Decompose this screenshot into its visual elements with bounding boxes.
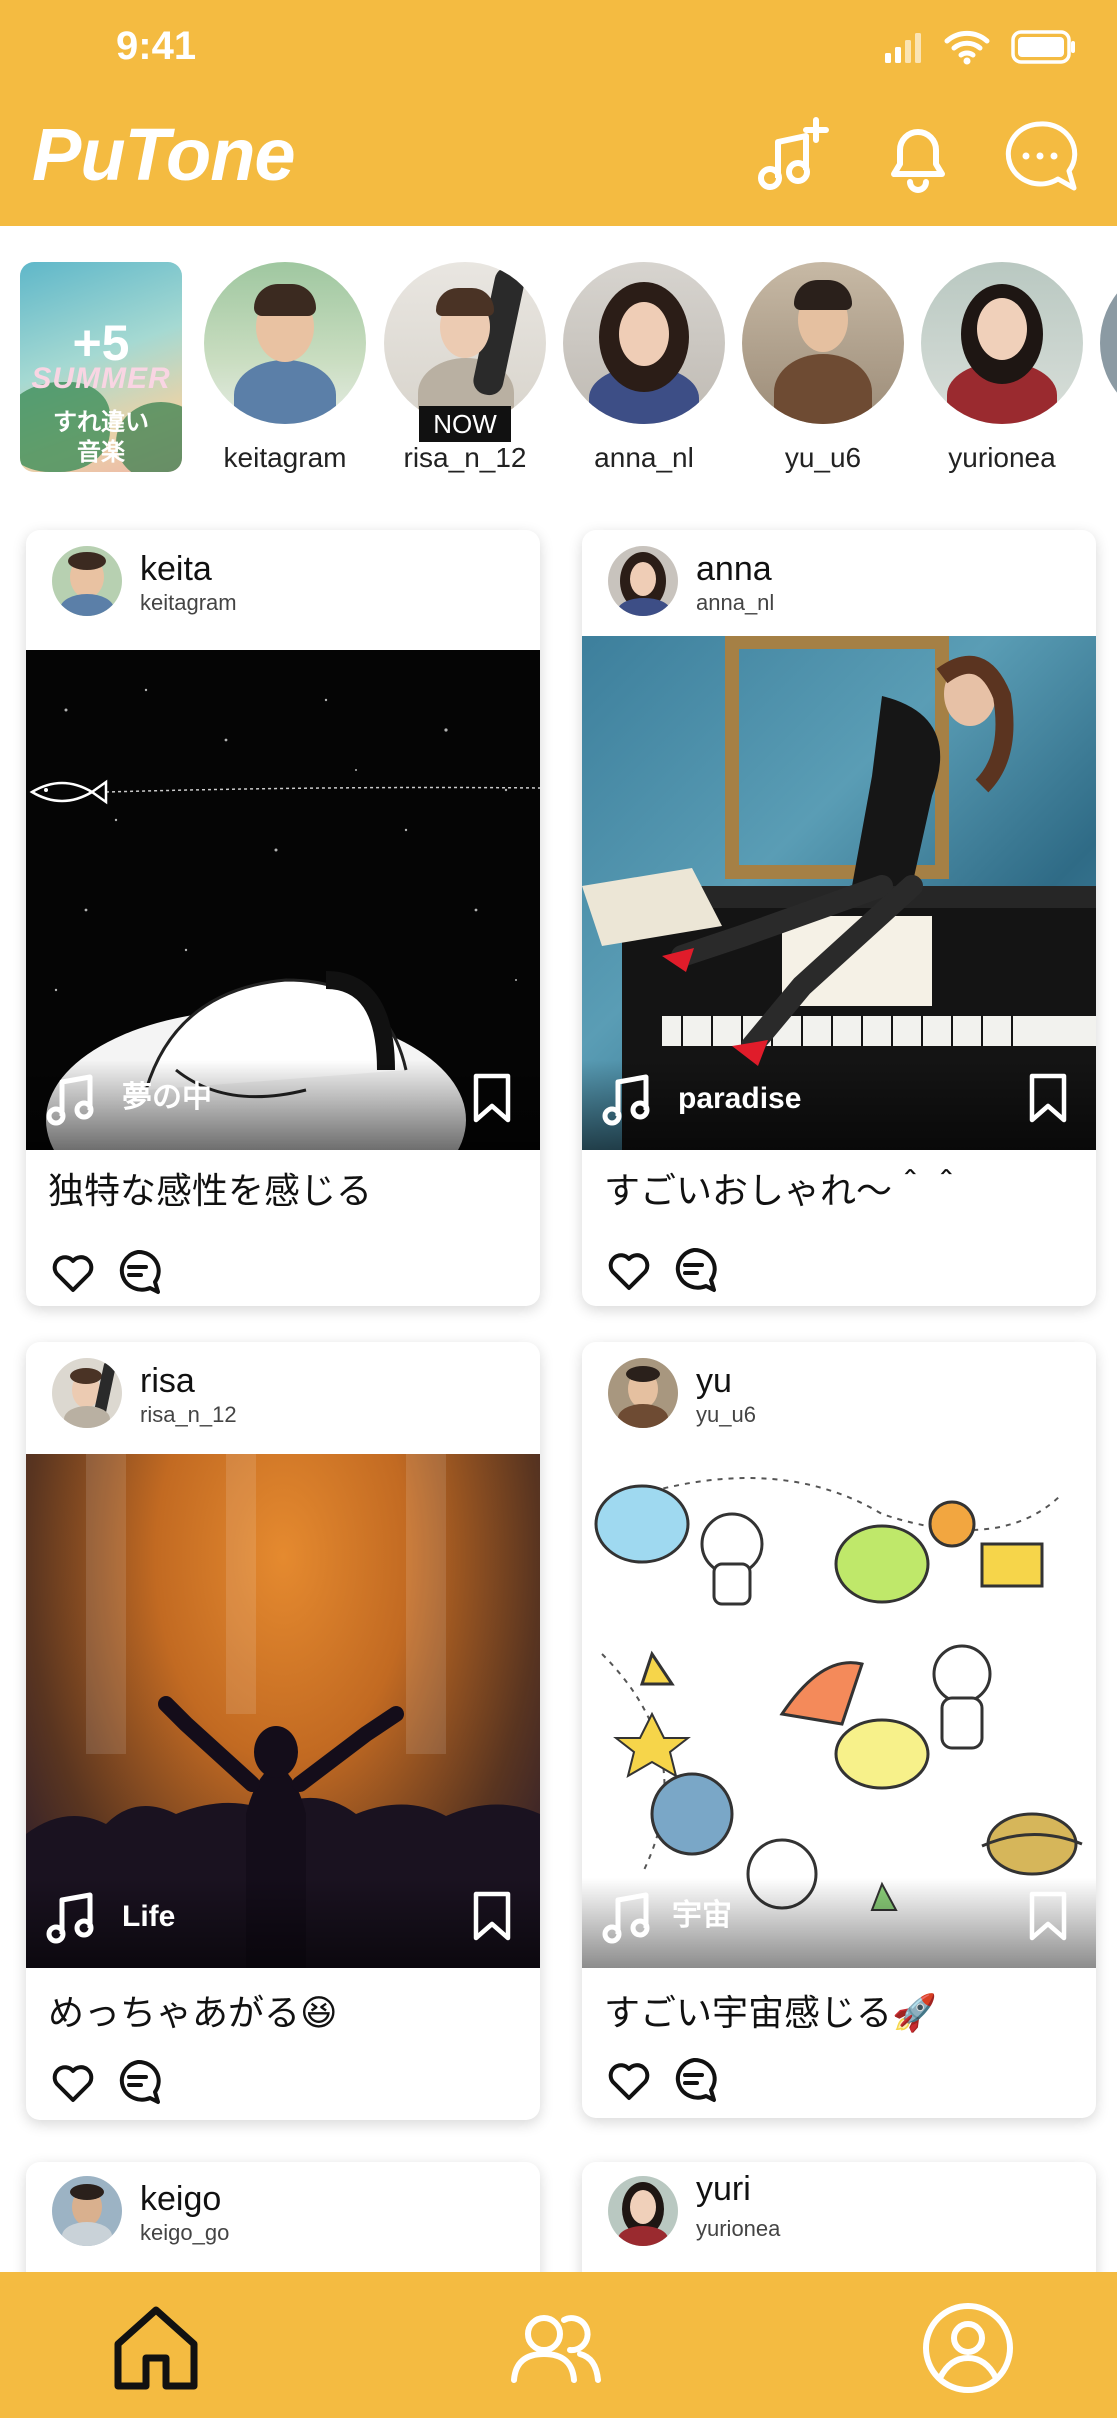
story-keitagram[interactable]: keitagram xyxy=(204,262,366,473)
heart-icon[interactable] xyxy=(50,2060,96,2106)
story-partial[interactable] xyxy=(1100,262,1117,472)
avatar xyxy=(204,262,366,424)
story-name: yurionea xyxy=(948,442,1056,473)
story-yurionea[interactable]: yurionea xyxy=(921,262,1083,473)
bookmark-icon[interactable] xyxy=(1028,1890,1068,1942)
post-image[interactable]: paradise xyxy=(582,636,1096,1150)
image-gradient xyxy=(26,1878,540,1968)
bookmark-icon[interactable] xyxy=(1028,1072,1068,1124)
comment-icon[interactable] xyxy=(114,2058,162,2106)
chat-icon[interactable] xyxy=(1000,116,1080,196)
post-caption: すごいおしゃれ〜＾＾ xyxy=(604,1170,965,1211)
post-author-name: anna xyxy=(696,550,772,588)
post-author-handle: keitagram xyxy=(140,590,237,615)
story-yu[interactable]: yu_u6 xyxy=(742,262,904,473)
post-caption: 独特な感性を感じる xyxy=(48,1170,373,1211)
bookmark-icon[interactable] xyxy=(472,1072,512,1124)
music-add-icon[interactable] xyxy=(752,116,832,196)
post-author-name: risa xyxy=(140,1362,195,1400)
post-image[interactable]: Life xyxy=(26,1454,540,1968)
story-risa[interactable]: NOW risa_n_12 xyxy=(384,262,546,473)
post-song-title[interactable]: Life xyxy=(122,1900,175,1934)
post-author-name: yuri xyxy=(696,2170,751,2208)
avatar xyxy=(1100,262,1117,424)
image-gradient xyxy=(26,1060,540,1150)
friends-icon[interactable] xyxy=(508,2300,604,2396)
image-gradient xyxy=(582,1878,1096,1968)
post-avatar[interactable] xyxy=(52,1358,122,1428)
bottom-nav xyxy=(0,2272,1117,2418)
post-avatar[interactable] xyxy=(608,546,678,616)
post-card[interactable]: anna anna_nl paradise すごいおしゃれ〜＾＾ xyxy=(582,530,1096,1306)
story-name: risa_n_12 xyxy=(403,442,527,473)
post-card[interactable]: risa risa_n_12 Life めっちゃあがる😆 xyxy=(26,1342,540,2120)
comment-icon[interactable] xyxy=(114,1248,162,1296)
post-avatar[interactable] xyxy=(608,2176,678,2246)
heart-icon[interactable] xyxy=(50,1250,96,1296)
avatar xyxy=(921,262,1083,424)
post-card[interactable]: yu yu_u6 宇宙 すごい宇宙感じる🚀 xyxy=(582,1342,1096,2118)
signal-icon xyxy=(885,33,921,63)
story-name: yu_u6 xyxy=(784,442,862,473)
post-author-name: keita xyxy=(140,550,212,588)
image-gradient xyxy=(582,1060,1096,1150)
bell-icon[interactable] xyxy=(878,116,958,196)
stories-row: +5 SUMMER すれ違い 音楽 keitagram NOW risa_n_1… xyxy=(0,250,1117,480)
header: 9:41 PuTone xyxy=(0,0,1117,226)
avatar xyxy=(742,262,904,424)
story-anna[interactable]: anna_nl xyxy=(563,262,725,473)
story-summer-card[interactable]: +5 SUMMER すれ違い 音楽 xyxy=(20,262,182,472)
post-song-title[interactable]: 夢の中 xyxy=(122,1072,212,1116)
post-avatar[interactable] xyxy=(52,2176,122,2246)
story-summer-title: SUMMER xyxy=(31,362,171,395)
battery-icon xyxy=(1011,30,1075,64)
post-caption: すごい宇宙感じる🚀 xyxy=(604,1992,937,2033)
post-author-handle: anna_nl xyxy=(696,590,775,615)
post-image[interactable]: 宇宙 xyxy=(582,1454,1096,1968)
comment-icon[interactable] xyxy=(670,1246,718,1294)
post-author-handle: keigo_go xyxy=(140,2220,230,2245)
post-author-handle: yu_u6 xyxy=(696,1402,756,1427)
status-time: 9:41 xyxy=(116,24,197,68)
story-name: keitagram xyxy=(223,442,347,473)
post-author-handle: yurionea xyxy=(696,2216,781,2241)
post-avatar[interactable] xyxy=(608,1358,678,1428)
story-summer-line2: 音楽 xyxy=(77,439,125,466)
avatar xyxy=(563,262,725,424)
post-image[interactable]: 夢の中 xyxy=(26,650,540,1150)
post-author-handle: risa_n_12 xyxy=(140,1402,237,1427)
bookmark-icon[interactable] xyxy=(472,1890,512,1942)
live-badge: NOW xyxy=(419,406,511,442)
story-name: anna_nl xyxy=(594,442,694,473)
music-note-icon xyxy=(602,1892,650,1944)
avatar xyxy=(384,262,546,424)
post-song-title[interactable]: 宇宙 xyxy=(672,1890,732,1934)
app-screen: 9:41 PuTone +5 SUMMER すれ違い 音楽 keitagram … xyxy=(0,0,1117,2418)
comment-icon[interactable] xyxy=(670,2056,718,2104)
home-icon[interactable] xyxy=(108,2300,204,2396)
music-note-icon xyxy=(46,1074,94,1126)
wifi-icon xyxy=(944,30,990,65)
music-note-icon xyxy=(46,1892,94,1944)
status-icons xyxy=(883,22,1077,72)
heart-icon[interactable] xyxy=(606,2058,652,2104)
post-author-name: yu xyxy=(696,1362,732,1400)
post-author-name: keigo xyxy=(140,2180,222,2218)
profile-icon[interactable] xyxy=(920,2300,1016,2396)
music-note-icon xyxy=(602,1074,650,1126)
post-card[interactable]: keita keitagram 夢の中 独特な感性を感じる xyxy=(26,530,540,1306)
app-logo: PuTone xyxy=(32,113,296,196)
post-avatar[interactable] xyxy=(52,546,122,616)
post-song-title[interactable]: paradise xyxy=(678,1082,801,1116)
post-caption: めっちゃあがる😆 xyxy=(48,1992,338,2033)
heart-icon[interactable] xyxy=(606,1248,652,1294)
